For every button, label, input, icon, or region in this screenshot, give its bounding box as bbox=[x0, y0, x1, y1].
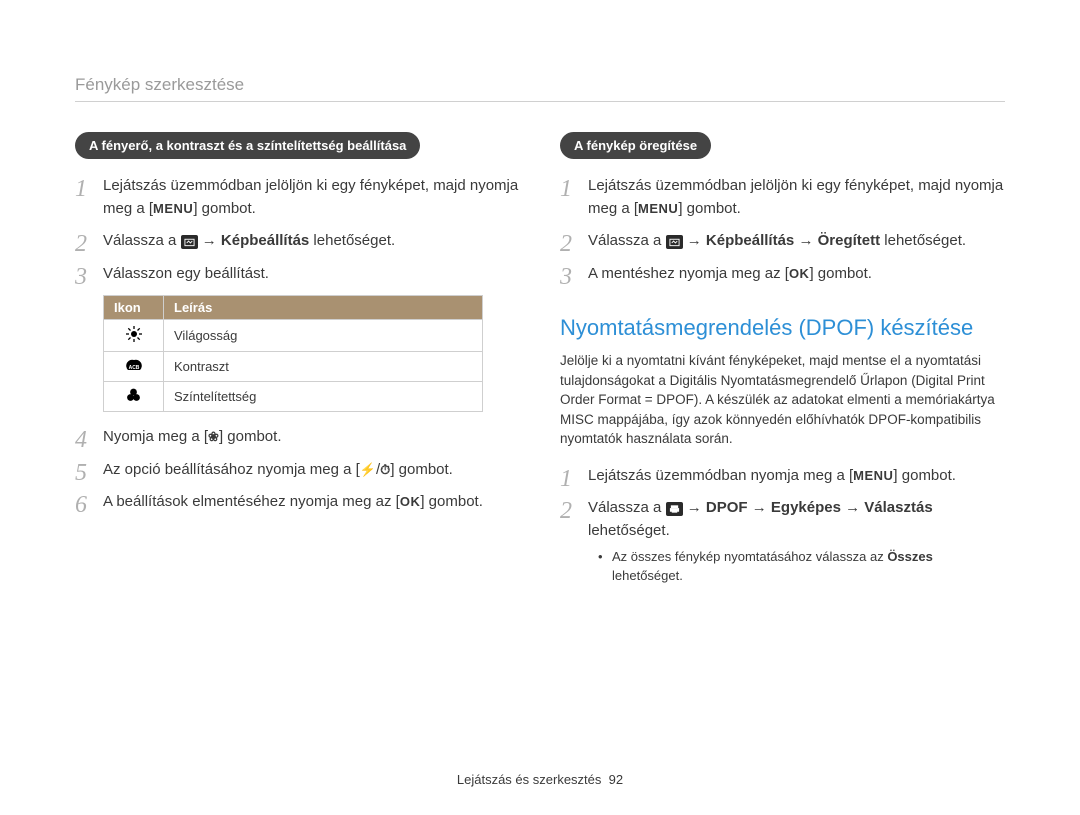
step-number: 2 bbox=[75, 226, 87, 262]
arrow: → bbox=[687, 232, 706, 249]
arrow: → bbox=[845, 499, 864, 516]
step-bold: Egyképes bbox=[771, 499, 841, 516]
contrast-icon: ACB bbox=[125, 358, 143, 375]
timer-icon: ⏱ bbox=[380, 460, 390, 480]
step-bold: Képbeállítás bbox=[706, 232, 794, 249]
cell-icon bbox=[104, 382, 164, 412]
ok-glyph: OK bbox=[400, 492, 421, 512]
th-icon: Ikon bbox=[104, 296, 164, 320]
step-text: ] gombot. bbox=[219, 428, 282, 445]
dpof-heading: Nyomtatásmegrendelés (DPOF) készítése bbox=[560, 315, 1005, 341]
arrow: → bbox=[798, 232, 817, 249]
cell-desc: Színtelítettség bbox=[164, 382, 483, 412]
menu-glyph: MENU bbox=[153, 199, 193, 219]
ok-glyph: OK bbox=[789, 264, 810, 284]
step-text: lehetőséget. bbox=[880, 232, 966, 249]
footer-section: Lejátszás és szerkesztés bbox=[457, 772, 602, 787]
step-number: 3 bbox=[75, 259, 87, 295]
cell-icon bbox=[104, 320, 164, 352]
flash-icon: ⚡ bbox=[360, 460, 376, 480]
dpof-step-2: 2 Válassza a → DPOF → Egyképes → Választ… bbox=[560, 497, 1005, 584]
left-column: A fényerő, a kontraszt és a színtelített… bbox=[75, 132, 520, 595]
right-step-3: 3 A mentéshez nyomja meg az [OK] gombot. bbox=[560, 263, 1005, 286]
left-step-2: 2 Válassza a → Képbeállítás lehetőséget. bbox=[75, 230, 520, 253]
left-steps-cont: 4 Nyomja meg a [❀] gombot. 5 Az opció be… bbox=[75, 426, 520, 514]
step-number: 1 bbox=[75, 171, 87, 207]
step-text: Válassza a bbox=[588, 232, 666, 249]
page-footer: Lejátszás és szerkesztés 92 bbox=[0, 772, 1080, 787]
cell-icon: ACB bbox=[104, 352, 164, 382]
print-icon bbox=[666, 502, 683, 516]
step-text: Lejátszás üzemmódban nyomja meg a [ bbox=[588, 467, 853, 484]
left-step-1: 1 Lejátszás üzemmódban jelöljön ki egy f… bbox=[75, 175, 520, 220]
cell-desc: Kontraszt bbox=[164, 352, 483, 382]
step-number: 2 bbox=[560, 226, 572, 262]
table-row: Színtelítettség bbox=[104, 382, 483, 412]
step-text: A beállítások elmentéséhez nyomja meg az… bbox=[103, 493, 400, 510]
bullet-text: Az összes fénykép nyomtatásához válassza… bbox=[612, 549, 887, 564]
step-text: lehetőséget. bbox=[588, 522, 670, 539]
left-step-4: 4 Nyomja meg a [❀] gombot. bbox=[75, 426, 520, 449]
arrow: → bbox=[752, 499, 771, 516]
step-number: 3 bbox=[560, 259, 572, 295]
right-step-1: 1 Lejátszás üzemmódban jelöljön ki egy f… bbox=[560, 175, 1005, 220]
cell-desc: Világosság bbox=[164, 320, 483, 352]
menu-glyph: MENU bbox=[638, 199, 678, 219]
left-step-5: 5 Az opció beállításához nyomja meg a [⚡… bbox=[75, 459, 520, 482]
right-steps: 1 Lejátszás üzemmódban jelöljön ki egy f… bbox=[560, 175, 1005, 285]
page-title: Fénykép szerkesztése bbox=[75, 75, 1005, 102]
right-column: A fénykép öregítése 1 Lejátszás üzemmódb… bbox=[560, 132, 1005, 595]
saturation-icon bbox=[126, 388, 141, 405]
left-step-3: 3 Válasszon egy beállítást. bbox=[75, 263, 520, 286]
step-number: 4 bbox=[75, 422, 87, 458]
step-number: 1 bbox=[560, 171, 572, 207]
edit-icon bbox=[181, 235, 198, 249]
step-text: Az opció beállításához nyomja meg a [ bbox=[103, 461, 360, 478]
arrow: → bbox=[202, 232, 221, 249]
table-row: Világosság bbox=[104, 320, 483, 352]
dpof-subbullet: Az összes fénykép nyomtatásához válassza… bbox=[588, 548, 1005, 584]
step-text: ] gombot. bbox=[420, 493, 483, 510]
step-text: Válasszon egy beállítást. bbox=[103, 265, 269, 282]
edit-icon bbox=[666, 235, 683, 249]
pill-brightness-contrast: A fényerő, a kontraszt és a színtelített… bbox=[75, 132, 420, 159]
step-text: lehetőséget. bbox=[309, 232, 395, 249]
step-number: 5 bbox=[75, 455, 87, 491]
step-number: 2 bbox=[560, 493, 572, 529]
bullet-bold: Összes bbox=[887, 549, 933, 564]
step-text: Válassza a bbox=[588, 499, 666, 516]
dpof-steps: 1 Lejátszás üzemmódban nyomja meg a [MEN… bbox=[560, 465, 1005, 585]
step-text: ] gombot. bbox=[678, 200, 741, 217]
step-text: ] gombot. bbox=[809, 265, 872, 282]
step-text: A mentéshez nyomja meg az [ bbox=[588, 265, 789, 282]
left-step-6: 6 A beállítások elmentéséhez nyomja meg … bbox=[75, 491, 520, 514]
settings-table: Ikon Leírás Világosság ACB Kontraszt bbox=[103, 295, 483, 412]
step-text: Válassza a bbox=[103, 232, 181, 249]
right-step-2: 2 Válassza a → Képbeállítás → Öregített … bbox=[560, 230, 1005, 253]
step-number: 1 bbox=[560, 461, 572, 497]
pill-aging: A fénykép öregítése bbox=[560, 132, 711, 159]
dpof-paragraph: Jelölje ki a nyomtatni kívánt fényképeke… bbox=[560, 351, 1005, 449]
content-columns: A fényerő, a kontraszt és a színtelített… bbox=[75, 132, 1005, 595]
arrow: → bbox=[687, 499, 706, 516]
step-bold: DPOF bbox=[706, 499, 748, 516]
step-bold: Választás bbox=[864, 499, 932, 516]
bullet-text: lehetőséget. bbox=[612, 568, 683, 583]
step-bold: Képbeállítás bbox=[221, 232, 309, 249]
brightness-icon bbox=[126, 326, 142, 345]
step-text: ] gombot. bbox=[390, 461, 453, 478]
step-number: 6 bbox=[75, 487, 87, 523]
left-steps: 1 Lejátszás üzemmódban jelöljön ki egy f… bbox=[75, 175, 520, 285]
step-text: ] gombot. bbox=[893, 467, 956, 484]
footer-page: 92 bbox=[609, 772, 623, 787]
macro-icon: ❀ bbox=[208, 427, 219, 447]
menu-glyph: MENU bbox=[853, 466, 893, 486]
step-text: ] gombot. bbox=[193, 200, 256, 217]
step-text: Nyomja meg a [ bbox=[103, 428, 208, 445]
dpof-step-1: 1 Lejátszás üzemmódban nyomja meg a [MEN… bbox=[560, 465, 1005, 488]
step-bold: Öregített bbox=[818, 232, 881, 249]
th-desc: Leírás bbox=[164, 296, 483, 320]
table-row: ACB Kontraszt bbox=[104, 352, 483, 382]
svg-text:ACB: ACB bbox=[128, 365, 139, 371]
